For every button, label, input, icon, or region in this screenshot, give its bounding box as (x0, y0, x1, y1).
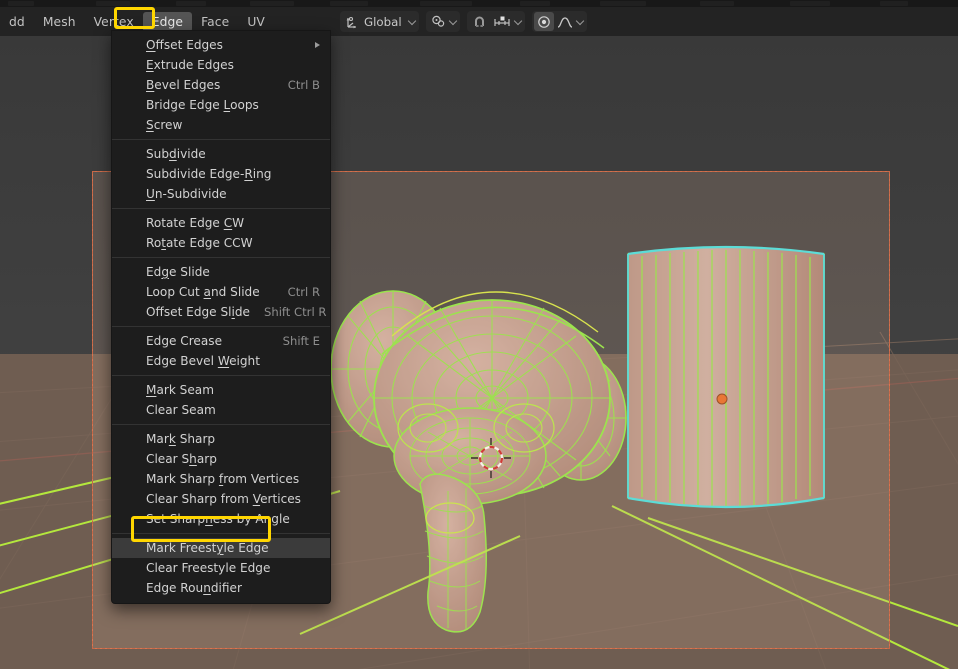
menu-separator (112, 533, 330, 534)
menu-item-rotate-edge-ccw[interactable]: Rotate Edge CCW (112, 233, 330, 253)
menu-item-edge-crease[interactable]: Edge Crease Shift E (112, 331, 330, 351)
menu-item-label: Clear Sharp from Vertices (146, 492, 301, 506)
menu-item-edge-slide[interactable]: Edge Slide (112, 262, 330, 282)
menu-item-label: Bevel Edges (146, 78, 221, 92)
menu-item-edge-roundifier[interactable]: Edge Roundifier (112, 578, 330, 598)
menu-item-clear-freestyle-edge[interactable]: Clear Freestyle Edge (112, 558, 330, 578)
menu-item-label: Rotate Edge CCW (146, 236, 253, 250)
transform-orientation-label: Global (364, 14, 402, 29)
menu-item-label: Edge Crease (146, 334, 223, 348)
menu-item-rotate-edge-cw[interactable]: Rotate Edge CW (112, 213, 330, 233)
submenu-arrow-icon (315, 42, 320, 48)
menu-item-bevel-edges[interactable]: Bevel Edges Ctrl B (112, 75, 330, 95)
menu-item-label: Edge Roundifier (146, 581, 242, 595)
pivot-point-icon (428, 12, 449, 31)
menu-edge[interactable]: Edge (142, 11, 193, 32)
menu-separator (112, 257, 330, 258)
menu-item-bridge-edge-loops[interactable]: Bridge Edge Loops (112, 95, 330, 115)
menu-item-subdivide[interactable]: Subdivide (112, 144, 330, 164)
menu-item-label: Offset Edge Slide (146, 305, 250, 319)
menu-item-label: Subdivide (146, 147, 206, 161)
menu-item-label: Set Sharpness by Angle (146, 512, 290, 526)
menu-item-label: Extrude Edges (146, 58, 234, 72)
menu-item-label: Edge Bevel Weight (146, 354, 260, 368)
transform-orientation-group[interactable]: Global (340, 11, 419, 32)
orientation-axes-icon (342, 12, 362, 31)
menu-item-label: Clear Seam (146, 403, 216, 417)
menu-mesh[interactable]: Mesh (34, 12, 85, 32)
menu-item-subdivide-edge-ring[interactable]: Subdivide Edge-Ring (112, 164, 330, 184)
menu-item-shortcut: Ctrl R (287, 285, 320, 299)
proportional-edit-icon[interactable] (533, 12, 554, 31)
menu-item-label: Mark Sharp from Vertices (146, 472, 300, 486)
menu-separator (112, 326, 330, 327)
menu-item-clear-seam[interactable]: Clear Seam (112, 400, 330, 420)
menu-item-label: Mark Sharp (146, 432, 216, 446)
snap-increment-icon[interactable] (490, 12, 514, 31)
menu-add[interactable]: dd (0, 12, 34, 32)
pivot-point-group[interactable] (425, 11, 460, 32)
menu-item-shortcut: Shift E (282, 334, 320, 348)
menu-face[interactable]: Face (192, 12, 238, 32)
menu-item-clear-sharp[interactable]: Clear Sharp (112, 449, 330, 469)
header-tool-settings: Global (340, 7, 587, 36)
menu-item-screw[interactable]: Screw (112, 115, 330, 135)
menu-separator (112, 139, 330, 140)
menu-vertex[interactable]: Vertex (85, 12, 143, 32)
menu-separator (112, 375, 330, 376)
blender-window: dd Mesh Vertex Edge Face UV Global Offse… (0, 0, 958, 669)
chevron-down-icon[interactable] (514, 17, 523, 26)
menu-item-mark-seam[interactable]: Mark Seam (112, 380, 330, 400)
menu-item-label: Mark Freestyle Edge (146, 541, 269, 555)
menu-item-label: Clear Sharp (146, 452, 217, 466)
menu-item-label: Subdivide Edge-Ring (146, 167, 272, 181)
smooth-falloff-icon[interactable] (554, 12, 576, 31)
menu-item-label: Rotate Edge CW (146, 216, 245, 230)
menu-item-mark-sharp-from-vertices[interactable]: Mark Sharp from Vertices (112, 469, 330, 489)
menu-separator (112, 424, 330, 425)
menu-item-shortcut: Ctrl B (287, 78, 320, 92)
chevron-down-icon[interactable] (576, 17, 585, 26)
menu-item-set-sharpness-by-angle[interactable]: Set Sharpness by Angle (112, 509, 330, 529)
menu-item-label: Edge Slide (146, 265, 210, 279)
edge-dropdown-menu[interactable]: Offset Edges Extrude Edges Bevel Edges Ctrl… (111, 30, 331, 604)
menu-item-un-subdivide[interactable]: Un-Subdivide (112, 184, 330, 204)
menu-item-offset-edges[interactable]: Offset Edges (112, 35, 330, 55)
proportional-editing-group[interactable] (531, 11, 587, 32)
snap-group[interactable] (466, 11, 525, 32)
menu-item-mark-sharp[interactable]: Mark Sharp (112, 429, 330, 449)
menu-item-label: Mark Seam (146, 383, 214, 397)
menu-uv[interactable]: UV (238, 12, 274, 32)
chevron-down-icon[interactable] (408, 17, 417, 26)
menu-item-loop-cut-and-slide[interactable]: Loop Cut and Slide Ctrl R (112, 282, 330, 302)
menu-item-label: Clear Freestyle Edge (146, 561, 271, 575)
menu-item-clear-sharp-from-vertices[interactable]: Clear Sharp from Vertices (112, 489, 330, 509)
magnet-icon[interactable] (469, 12, 490, 31)
menu-separator (112, 208, 330, 209)
top-window-strip (0, 0, 958, 7)
menu-item-label: Loop Cut and Slide (146, 285, 260, 299)
menu-item-label: Offset Edges (146, 38, 223, 52)
chevron-down-icon[interactable] (449, 17, 458, 26)
menu-item-edge-bevel-weight[interactable]: Edge Bevel Weight (112, 351, 330, 371)
menu-item-offset-edge-slide[interactable]: Offset Edge Slide Shift Ctrl R (112, 302, 330, 322)
menu-item-extrude-edges[interactable]: Extrude Edges (112, 55, 330, 75)
menu-item-label: Un-Subdivide (146, 187, 227, 201)
menu-item-mark-freestyle-edge[interactable]: Mark Freestyle Edge (112, 538, 330, 558)
menu-item-label: Screw (146, 118, 183, 132)
menu-item-shortcut: Shift Ctrl R (264, 305, 327, 319)
menu-item-label: Bridge Edge Loops (146, 98, 259, 112)
